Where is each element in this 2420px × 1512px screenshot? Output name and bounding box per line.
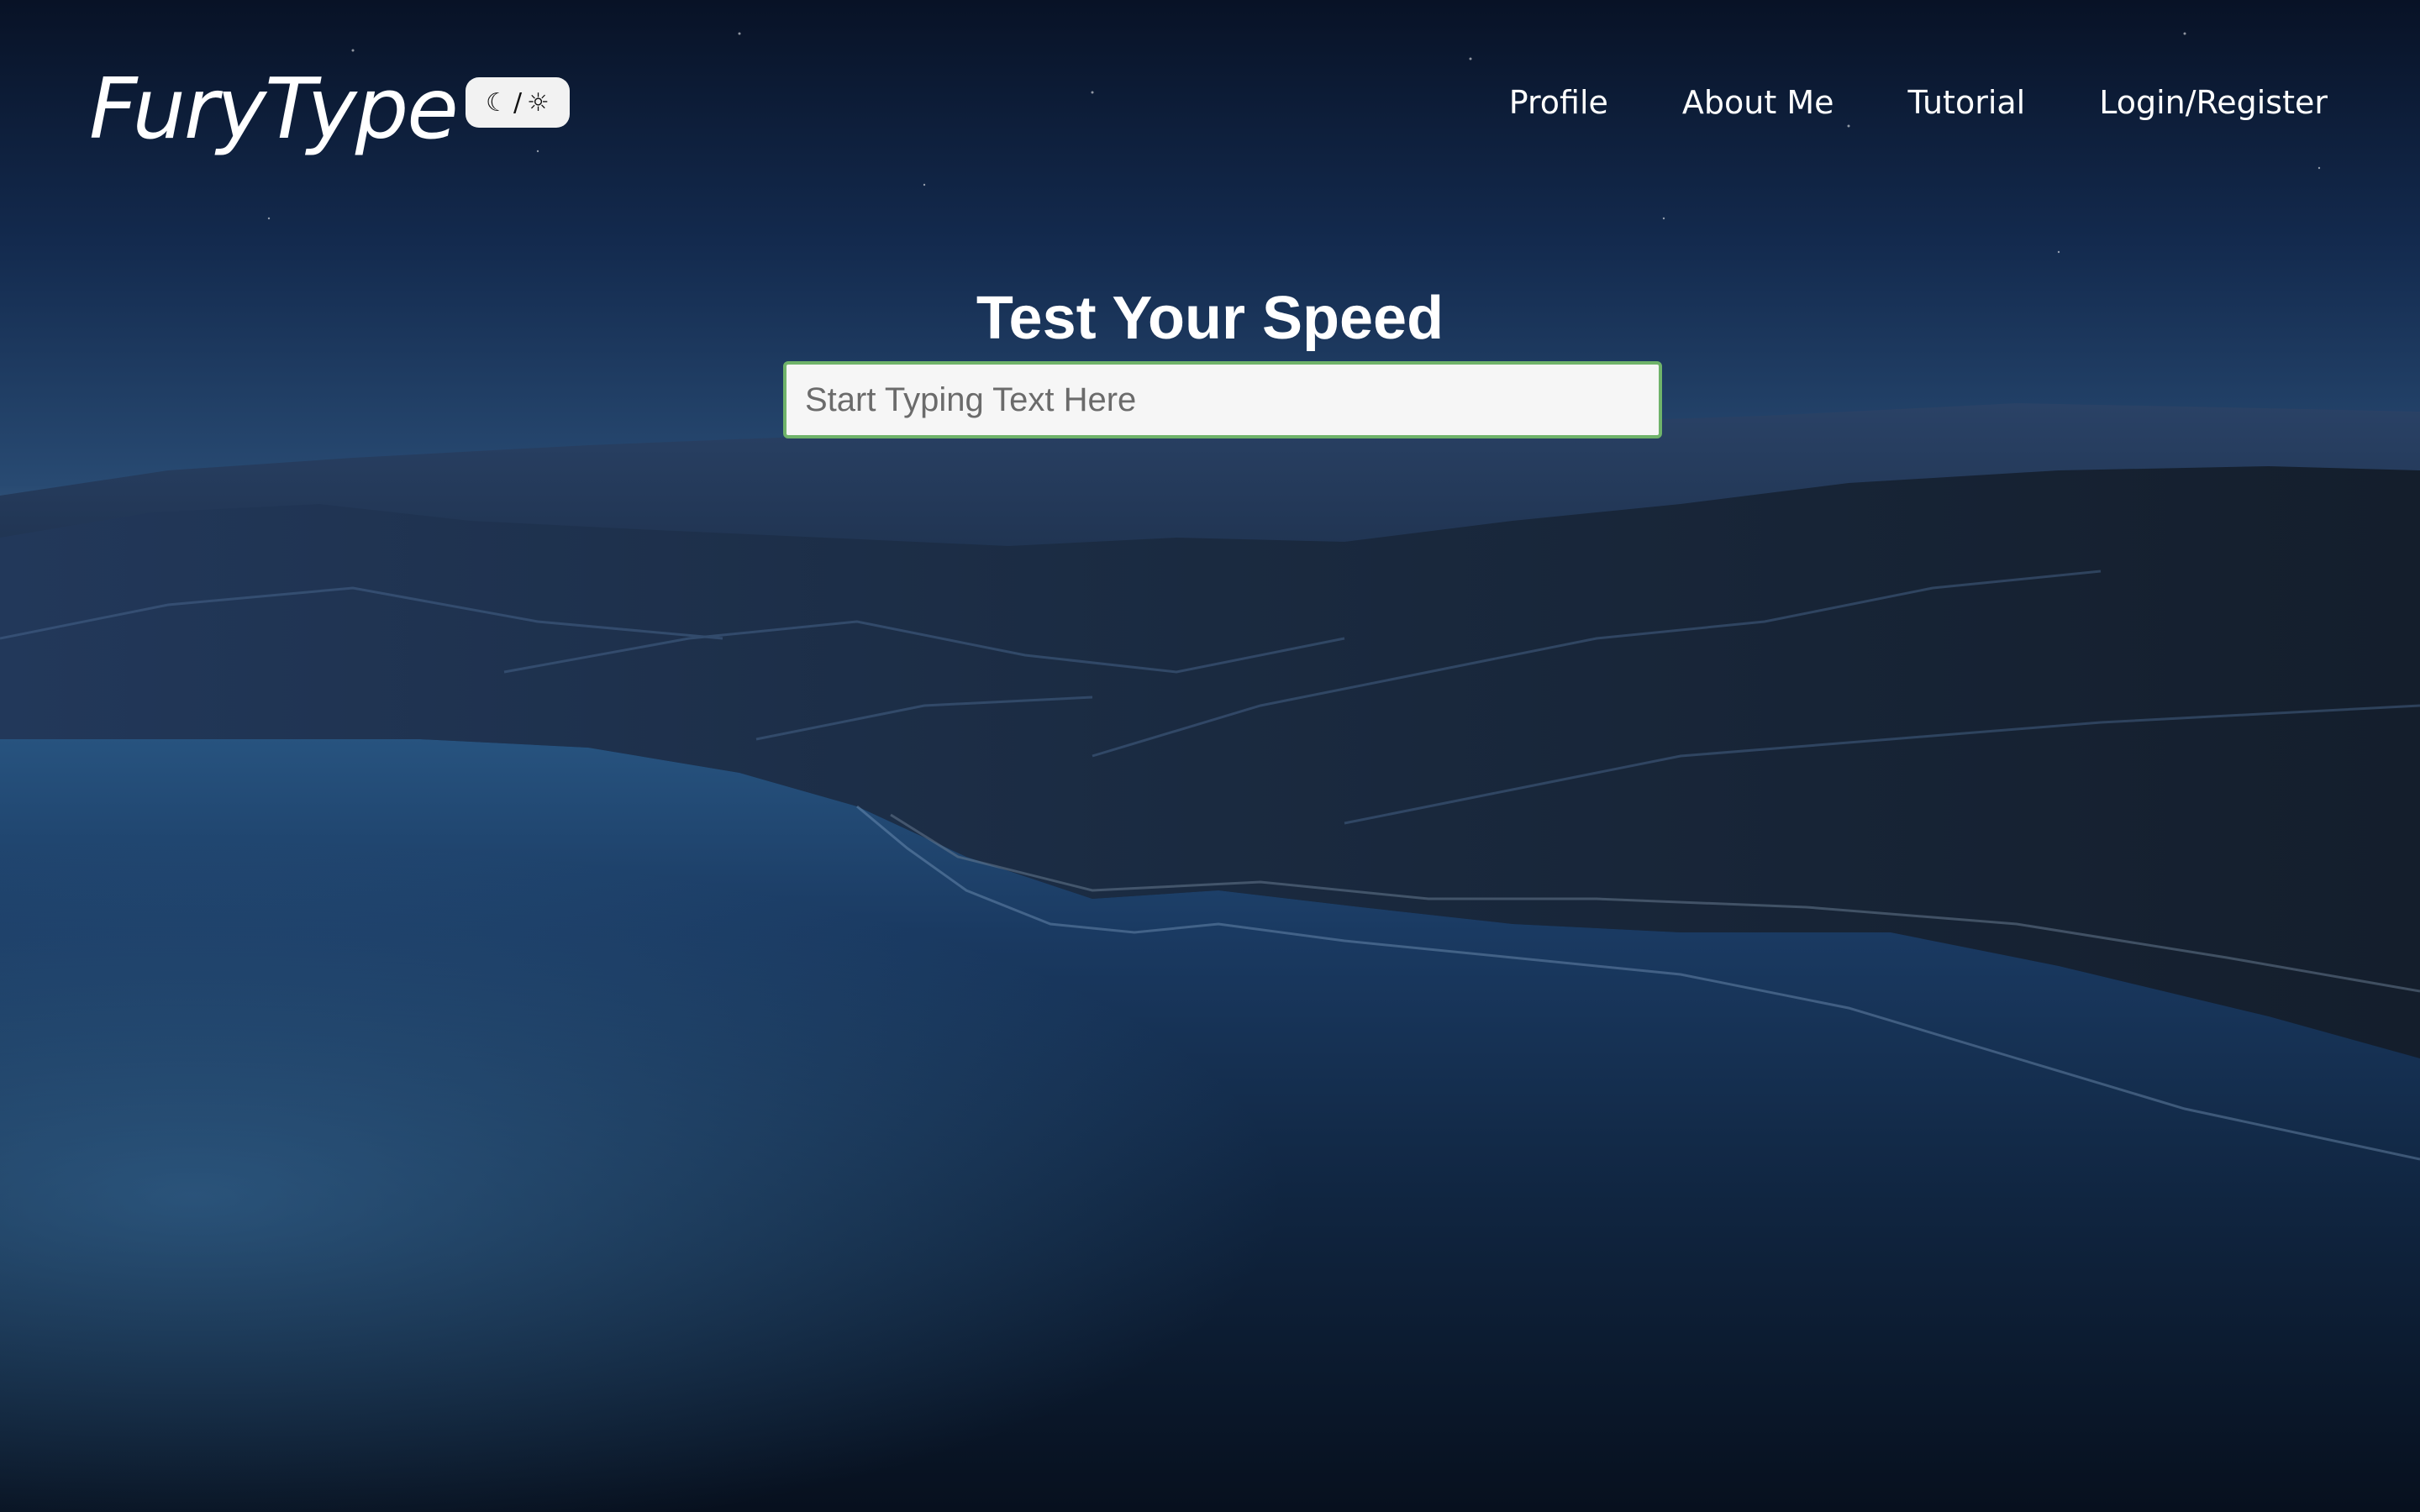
- background-landscape-image: [0, 0, 2420, 1512]
- site-logo[interactable]: FuryType: [89, 59, 459, 160]
- nav-tutorial-link[interactable]: Tutorial: [1908, 81, 2026, 124]
- page: FuryType ☾ / ☼ Profile About Me Tutorial…: [0, 0, 2420, 1512]
- nav-login-register-link[interactable]: Login/Register: [2099, 81, 2328, 124]
- theme-toggle-separator: /: [513, 87, 523, 118]
- theme-toggle-button[interactable]: ☾ / ☼: [466, 77, 570, 128]
- main-nav: Profile About Me Tutorial Login/Register: [1509, 81, 2328, 124]
- sun-icon: ☼: [527, 87, 550, 118]
- page-title: Test Your Speed: [976, 285, 1444, 353]
- moon-icon: ☾: [486, 87, 508, 118]
- typing-input[interactable]: [783, 361, 1662, 438]
- nav-profile-link[interactable]: Profile: [1509, 81, 1608, 124]
- nav-about-me-link[interactable]: About Me: [1682, 81, 1834, 124]
